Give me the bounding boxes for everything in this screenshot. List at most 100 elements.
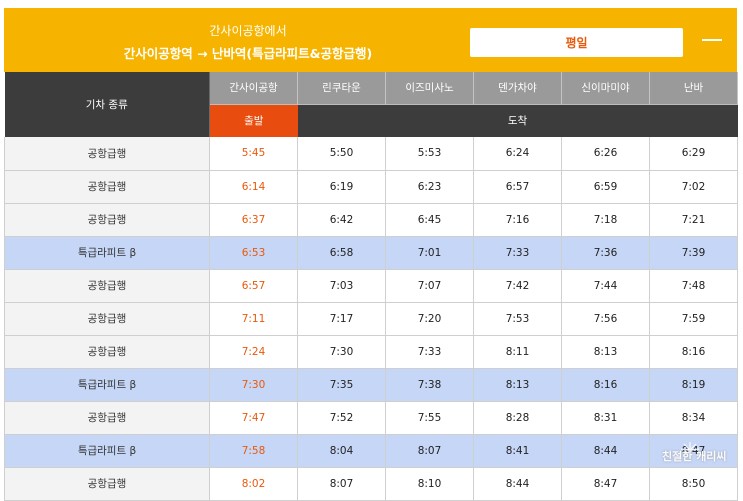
arrival-time-cell: 7:30: [297, 335, 386, 369]
station-header: 난바: [649, 72, 738, 105]
arrival-time-cell: 7:33: [385, 335, 474, 369]
arrival-time-cell: 8:44: [561, 434, 650, 468]
station-header: 신이마미야: [561, 72, 650, 105]
departure-time-cell: 5:45: [209, 137, 298, 171]
departure-time-cell: 8:02: [209, 467, 298, 501]
train-type-cell: 공항급행: [4, 170, 210, 204]
arrival-time-cell: 8:34: [649, 401, 738, 435]
arrival-time-cell: 8:10: [385, 467, 474, 501]
timetable-body: 공항급행 5:45 5:50 5:53 6:24 6:26 6:29 공항급행 6:14 6:19…: [4, 137, 738, 501]
arrival-time-cell: 7:03: [297, 269, 386, 303]
arrival-time-cell: 7:59: [649, 302, 738, 336]
arrival-time-cell: 6:19: [297, 170, 386, 204]
train-type-cell: 특급라피트 β: [4, 236, 210, 270]
train-type-cell: 공항급행: [4, 335, 210, 369]
arrival-time-cell: 7:16: [473, 203, 562, 237]
train-type-cell: 특급라피트 β: [4, 368, 210, 402]
minus-icon: [702, 39, 722, 41]
arrival-time-cell: 7:38: [385, 368, 474, 402]
arrival-time-cell: 6:58: [297, 236, 386, 270]
table-row: 공항급행 7:24 7:30 7:33 8:11 8:13 8:16: [4, 335, 738, 369]
table-row: 특급라피트 β 6:53 6:58 7:01 7:33 7:36 7:39: [4, 236, 738, 270]
arrival-time-cell: 7:01: [385, 236, 474, 270]
departure-time-cell: 7:47: [209, 401, 298, 435]
train-type-cell: 공항급행: [4, 467, 210, 501]
station-header: 간사이공항: [209, 72, 298, 105]
departure-time-cell: 6:53: [209, 236, 298, 270]
table-row: 공항급행 7:11 7:17 7:20 7:53 7:56 7:59: [4, 302, 738, 336]
train-type-cell: 공항급행: [4, 137, 210, 171]
departure-time-cell: 6:57: [209, 269, 298, 303]
departure-time-cell: 7:58: [209, 434, 298, 468]
arrival-time-cell: 7:53: [473, 302, 562, 336]
table-row: 공항급행 7:47 7:52 7:55 8:28 8:31 8:34: [4, 401, 738, 435]
arrival-label: 도착: [297, 104, 738, 137]
table-row: 공항급행 8:02 8:07 8:10 8:44 8:47 8:50: [4, 467, 738, 501]
arrival-time-cell: 8:13: [473, 368, 562, 402]
train-type-cell: 공항급행: [4, 203, 210, 237]
arrival-time-cell: 8:16: [561, 368, 650, 402]
departure-time-cell: 7:11: [209, 302, 298, 336]
collapse-button[interactable]: [698, 26, 726, 54]
departure-label: 출발: [209, 104, 298, 137]
arrival-time-cell: 7:33: [473, 236, 562, 270]
arrival-time-cell: 8:07: [297, 467, 386, 501]
route-subtitle: 간사이공항에서: [209, 24, 287, 38]
table-row: 공항급행 6:57 7:03 7:07 7:42 7:44 7:48: [4, 269, 738, 303]
train-type-cell: 공항급행: [4, 302, 210, 336]
arrival-time-cell: 7:07: [385, 269, 474, 303]
arrival-time-cell: 8:16: [649, 335, 738, 369]
table-row: 공항급행 6:14 6:19 6:23 6:57 6:59 7:02: [4, 170, 738, 204]
departure-time-cell: 6:37: [209, 203, 298, 237]
arrival-time-cell: 6:57: [473, 170, 562, 204]
arrival-time-cell: 7:17: [297, 302, 386, 336]
table-row: 특급라피트 β 7:30 7:35 7:38 8:13 8:16 8:19: [4, 368, 738, 402]
arrival-time-cell: 6:29: [649, 137, 738, 171]
arrival-time-cell: 7:18: [561, 203, 650, 237]
arrival-time-cell: 6:59: [561, 170, 650, 204]
arrival-time-cell: 7:56: [561, 302, 650, 336]
arrival-time-cell: 7:44: [561, 269, 650, 303]
arrival-time-cell: 7:36: [561, 236, 650, 270]
arrival-time-cell: 6:42: [297, 203, 386, 237]
departure-time-cell: 7:24: [209, 335, 298, 369]
arrival-time-cell: 6:45: [385, 203, 474, 237]
train-type-header: 기차 종류: [4, 72, 210, 137]
arrival-time-cell: 8:41: [473, 434, 562, 468]
arrival-time-cell: 8:11: [473, 335, 562, 369]
arrival-time-cell: 8:07: [385, 434, 474, 468]
station-header: 덴가차야: [473, 72, 562, 105]
arrival-time-cell: 7:55: [385, 401, 474, 435]
arrival-time-cell: 8:13: [561, 335, 650, 369]
route-title: 간사이공항역 → 난바역(특급라피트&공항급행): [123, 46, 373, 61]
timetable: 기차 종류 간사이공항 린쿠타운 이즈미사노 덴가차야 신이마미야 난바 출발 …: [4, 72, 738, 501]
arrival-time-cell: 7:21: [649, 203, 738, 237]
arrival-time-cell: 7:39: [649, 236, 738, 270]
train-type-cell: 공항급행: [4, 401, 210, 435]
arrival-time-cell: 6:26: [561, 137, 650, 171]
arrival-time-cell: 7:20: [385, 302, 474, 336]
arrival-time-cell: 7:35: [297, 368, 386, 402]
table-row: 공항급행 6:37 6:42 6:45 7:16 7:18 7:21: [4, 203, 738, 237]
arrival-time-cell: 5:53: [385, 137, 474, 171]
train-type-cell: 공항급행: [4, 269, 210, 303]
table-row: 공항급행 5:45 5:50 5:53 6:24 6:26 6:29: [4, 137, 738, 171]
departure-time-cell: 6:14: [209, 170, 298, 204]
arrival-time-cell: 7:52: [297, 401, 386, 435]
arrival-time-cell: 8:31: [561, 401, 650, 435]
arrival-time-cell: 6:24: [473, 137, 562, 171]
arrival-time-cell: 8:19: [649, 368, 738, 402]
day-type-select[interactable]: 평일: [470, 28, 683, 57]
table-row: 특급라피트 β 7:58 8:04 8:07 8:41 8:44 8:47: [4, 434, 738, 468]
arrival-time-cell: 5:50: [297, 137, 386, 171]
arrival-time-cell: 7:48: [649, 269, 738, 303]
arrival-time-cell: 8:04: [297, 434, 386, 468]
arrival-time-cell: 8:50: [649, 467, 738, 501]
departure-time-cell: 7:30: [209, 368, 298, 402]
route-header: 간사이공항에서 간사이공항역 → 난바역(특급라피트&공항급행) 평일: [4, 8, 737, 72]
arrival-time-cell: 7:02: [649, 170, 738, 204]
station-header: 린쿠타운: [297, 72, 386, 105]
arrival-time-cell: 8:44: [473, 467, 562, 501]
arrival-time-cell: 7:42: [473, 269, 562, 303]
arrival-time-cell: 8:28: [473, 401, 562, 435]
